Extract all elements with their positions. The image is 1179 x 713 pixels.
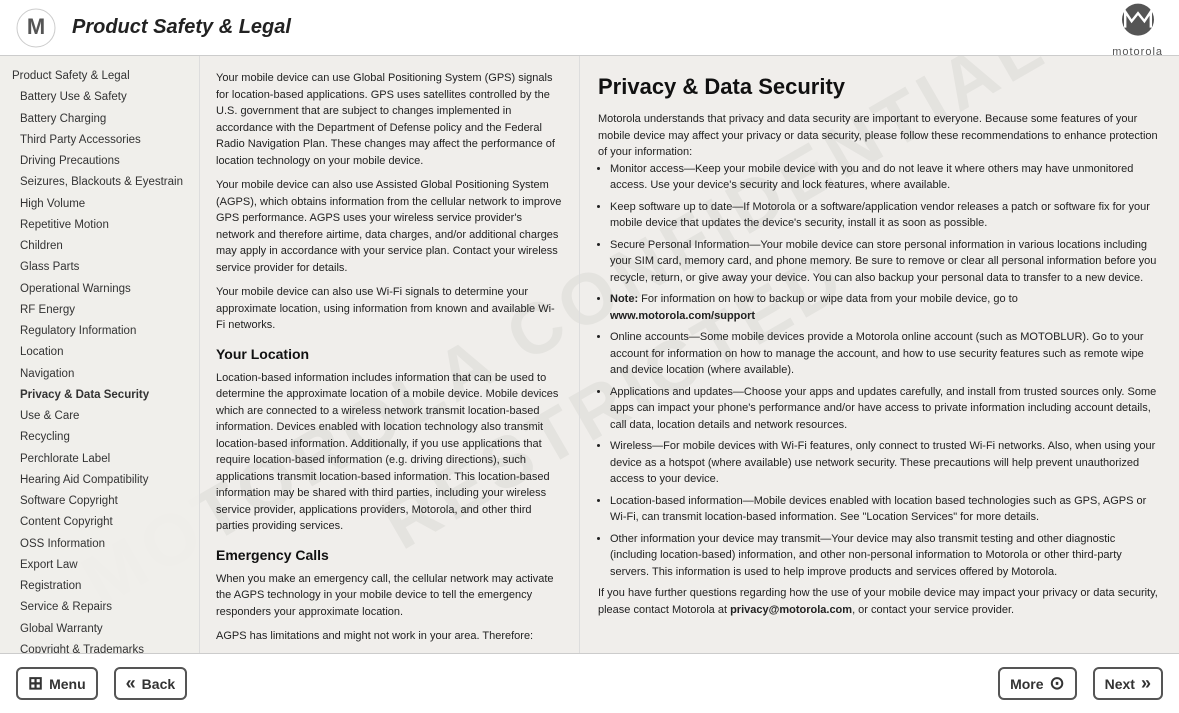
privacy-bullet-item: Monitor access—Keep your mobile device w… xyxy=(610,161,1161,194)
sidebar-item[interactable]: Copyright & Trademarks xyxy=(8,640,199,653)
gps-para2: Your mobile device can also use Assisted… xyxy=(216,177,563,276)
privacy-bullet-item: Applications and updates—Choose your app… xyxy=(610,384,1161,434)
svg-text:M: M xyxy=(27,14,45,39)
privacy-bullet-item: Keep software up to date—If Motorola or … xyxy=(610,199,1161,232)
page-title: Product Safety & Legal xyxy=(72,16,1112,39)
menu-label: Menu xyxy=(49,676,86,692)
privacy-bullet-item: Secure Personal Information—Your mobile … xyxy=(610,237,1161,287)
sidebar-item[interactable]: High Volume xyxy=(8,194,199,215)
footer-right: More ⊙ Next » xyxy=(998,667,1163,700)
menu-button[interactable]: ⊞ Menu xyxy=(16,667,98,700)
more-label: More xyxy=(1010,676,1043,692)
sidebar-item[interactable]: Third Party Accessories xyxy=(8,130,199,151)
more-button[interactable]: More ⊙ xyxy=(998,667,1077,700)
emergency-para2: AGPS has limitations and might not work … xyxy=(216,628,563,645)
sidebar-item[interactable]: Service & Repairs xyxy=(8,597,199,618)
sidebar-item[interactable]: Recycling xyxy=(8,427,199,448)
motorola-logo-right: motorola xyxy=(1112,0,1163,58)
sidebar-item[interactable]: RF Energy xyxy=(8,300,199,321)
privacy-heading: Privacy & Data Security xyxy=(598,70,1161,103)
sidebar-item[interactable]: Content Copyright xyxy=(8,512,199,533)
sidebar-item[interactable]: Seizures, Blackouts & Eyestrain xyxy=(8,172,199,193)
sidebar-item[interactable]: Operational Warnings xyxy=(8,279,199,300)
sidebar-item[interactable]: Battery Charging xyxy=(8,109,199,130)
sidebar-item[interactable]: Perchlorate Label xyxy=(8,449,199,470)
next-label: Next xyxy=(1105,676,1135,692)
sidebar-item[interactable]: Battery Use & Safety xyxy=(8,87,199,108)
gps-para3: Your mobile device can also use Wi-Fi si… xyxy=(216,284,563,334)
back-button[interactable]: « Back xyxy=(114,667,187,700)
sidebar-item[interactable]: Glass Parts xyxy=(8,257,199,278)
privacy-bullet-item: Other information your device may transm… xyxy=(610,531,1161,581)
emergency-heading: Emergency Calls xyxy=(216,545,563,566)
footer: ⊞ Menu « Back More ⊙ Next » xyxy=(0,653,1179,713)
sidebar-item[interactable]: Navigation xyxy=(8,364,199,385)
menu-icon: ⊞ xyxy=(28,673,43,694)
sidebar-item[interactable]: Use & Care xyxy=(8,406,199,427)
privacy-bullets: Monitor access—Keep your mobile device w… xyxy=(610,161,1161,581)
next-icon: » xyxy=(1141,673,1151,694)
main-layout: Product Safety & LegalBattery Use & Safe… xyxy=(0,56,1179,653)
right-column: Privacy & Data Security Motorola underst… xyxy=(580,56,1179,653)
middle-column: Your mobile device can use Global Positi… xyxy=(200,56,580,653)
motorola-m-icon xyxy=(1114,0,1162,46)
privacy-bullet-item: Location-based information—Mobile device… xyxy=(610,493,1161,526)
more-icon: ⊙ xyxy=(1050,673,1065,694)
privacy-bullet-item: Note: For information on how to backup o… xyxy=(610,291,1161,324)
emergency-text: When you make an emergency call, the cel… xyxy=(216,571,563,621)
sidebar: Product Safety & LegalBattery Use & Safe… xyxy=(0,56,200,653)
privacy-bullet-item: Wireless—For mobile devices with Wi-Fi f… xyxy=(610,438,1161,488)
sidebar-item[interactable]: Software Copyright xyxy=(8,491,199,512)
privacy-footer: If you have further questions regarding … xyxy=(598,585,1161,618)
sidebar-item[interactable]: Privacy & Data Security xyxy=(8,385,199,406)
sidebar-item[interactable]: Location xyxy=(8,342,199,363)
sidebar-item[interactable]: Repetitive Motion xyxy=(8,215,199,236)
back-label: Back xyxy=(142,676,175,692)
content-area: Your mobile device can use Global Positi… xyxy=(200,56,1179,653)
your-location-text: Location-based information includes info… xyxy=(216,370,563,535)
sidebar-item[interactable]: Hearing Aid Compatibility xyxy=(8,470,199,491)
next-button[interactable]: Next » xyxy=(1093,667,1163,700)
header: M Product Safety & Legal motorola xyxy=(0,0,1179,56)
motorola-wordmark: motorola xyxy=(1112,46,1163,58)
privacy-intro: Motorola understands that privacy and da… xyxy=(598,111,1161,161)
sidebar-item[interactable]: Driving Precautions xyxy=(8,151,199,172)
sidebar-item[interactable]: OSS Information xyxy=(8,534,199,555)
sidebar-item[interactable]: Registration xyxy=(8,576,199,597)
sidebar-item[interactable]: Global Warranty xyxy=(8,619,199,640)
sidebar-item[interactable]: Regulatory Information xyxy=(8,321,199,342)
privacy-bullet-item: Online accounts—Some mobile devices prov… xyxy=(610,329,1161,379)
sidebar-item[interactable]: Export Law xyxy=(8,555,199,576)
gps-para1: Your mobile device can use Global Positi… xyxy=(216,70,563,169)
sidebar-item[interactable]: Children xyxy=(8,236,199,257)
motorola-logo-left: M xyxy=(16,8,56,48)
sidebar-item[interactable]: Product Safety & Legal xyxy=(8,66,199,87)
privacy-email-link[interactable]: privacy@motorola.com xyxy=(730,604,852,616)
back-icon: « xyxy=(126,673,136,694)
your-location-heading: Your Location xyxy=(216,344,563,365)
